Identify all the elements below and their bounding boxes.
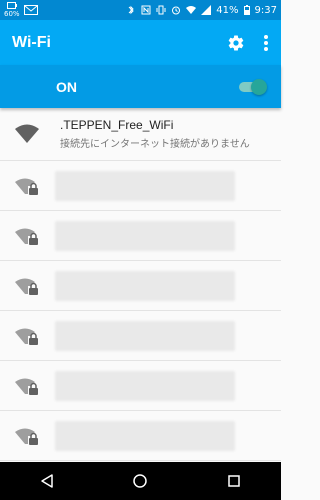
- mail-icon: [23, 5, 38, 15]
- battery-small-icon: [6, 2, 17, 9]
- recents-icon[interactable]: [226, 473, 242, 489]
- network-ssid-blurred: [55, 221, 235, 251]
- network-item[interactable]: [0, 411, 281, 461]
- battery-saver-indicator: 60%: [4, 2, 20, 18]
- wifi-secure-icon: [15, 378, 38, 395]
- network-item[interactable]: [0, 261, 281, 311]
- alarm-icon: [172, 6, 181, 15]
- wifi-signal-icon: [15, 124, 39, 143]
- network-ssid-blurred: [55, 271, 235, 301]
- page-title: Wi-Fi: [12, 33, 51, 51]
- network-ssid-blurred: [55, 171, 235, 201]
- network-ssid-blurred: [55, 371, 235, 401]
- network-item[interactable]: [0, 211, 281, 261]
- signal-icon: [201, 5, 212, 15]
- network-item-teppen[interactable]: .TEPPEN_Free_WiFi 接続先にインターネット接続がありません: [0, 108, 281, 161]
- bluetooth-icon: [128, 5, 135, 15]
- network-status: 接続先にインターネット接続がありません: [60, 139, 250, 150]
- nfc-icon: [141, 5, 151, 15]
- clock: 9:37: [254, 4, 277, 16]
- navigation-bar: [0, 462, 281, 500]
- home-icon[interactable]: [132, 473, 148, 489]
- network-item[interactable]: [0, 361, 281, 411]
- more-options-icon[interactable]: [263, 34, 269, 52]
- wifi-secure-icon: [15, 428, 38, 445]
- wifi-master-switch-bar[interactable]: ON: [0, 65, 281, 108]
- battery-percent: 41%: [216, 4, 239, 16]
- gear-icon[interactable]: [227, 34, 245, 52]
- wifi-secure-icon: [15, 328, 38, 345]
- network-ssid: .TEPPEN_Free_WiFi: [60, 118, 174, 132]
- battery-icon: [243, 5, 250, 15]
- status-bar: 60% 41% 9:37: [0, 0, 281, 20]
- wifi-secure-icon: [15, 228, 38, 245]
- battery-small-text: 60%: [4, 10, 20, 18]
- network-item[interactable]: [0, 161, 281, 211]
- network-item[interactable]: [0, 311, 281, 361]
- vibrate-icon: [156, 5, 166, 15]
- toggle-thumb: [251, 78, 267, 95]
- wifi-status-icon: [186, 6, 197, 14]
- network-ssid-blurred: [55, 421, 235, 451]
- network-list: .TEPPEN_Free_WiFi 接続先にインターネット接続がありません: [0, 108, 281, 500]
- wifi-secure-icon: [15, 178, 38, 195]
- app-bar: Wi-Fi: [0, 20, 281, 65]
- wifi-toggle[interactable]: [239, 78, 267, 95]
- back-icon[interactable]: [39, 473, 55, 489]
- network-ssid-blurred: [55, 321, 235, 351]
- wifi-switch-label: ON: [56, 78, 77, 95]
- wifi-secure-icon: [15, 278, 38, 295]
